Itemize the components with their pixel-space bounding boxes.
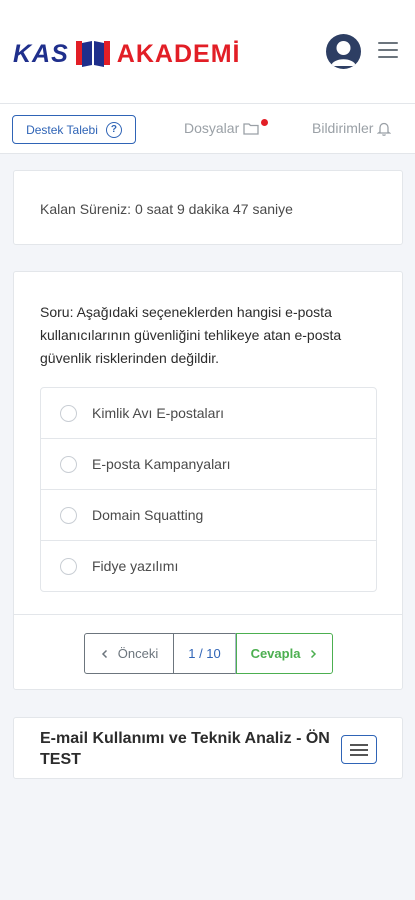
hamburger-menu-icon[interactable] (378, 42, 398, 60)
book-logo-icon (75, 41, 110, 67)
radio-button[interactable] (60, 557, 77, 575)
kas-akademi-logo[interactable]: KAS AKADEMİ (13, 38, 240, 70)
logo-kas-text: KAS (13, 39, 69, 68)
answer-option[interactable]: E-posta Kampanyaları (41, 439, 376, 490)
question-circle-icon: ? (105, 121, 122, 138)
answer-option[interactable]: Domain Squatting (41, 490, 376, 541)
answer-option-label: Domain Squatting (92, 507, 204, 523)
course-title: E-mail Kullanımı ve Teknik Analiz - ÖN T… (40, 730, 330, 768)
files-notification-dot (261, 119, 268, 126)
bell-icon (377, 122, 392, 136)
chevron-right-icon (311, 649, 317, 658)
answer-option-label: E-posta Kampanyaları (92, 456, 231, 472)
logo-akademi-text: AKADEMİ (116, 39, 241, 68)
answer-option-label: Kimlik Avı E-postaları (92, 405, 225, 421)
question-pager: Önceki 1 / 10 Cevapla (84, 633, 333, 674)
answer-option[interactable]: Fidye yazılımı (41, 541, 376, 591)
question-text: Soru: Aşağıdaki seçeneklerden hangisi e-… (40, 304, 342, 366)
avatar[interactable] (326, 34, 361, 69)
radio-button[interactable] (60, 455, 77, 473)
radio-button[interactable] (60, 506, 77, 524)
course-card: E-mail Kullanımı ve Teknik Analiz - ÖN T… (13, 717, 403, 779)
user-icon (326, 34, 361, 69)
notifications-label: Bildirimler (312, 120, 374, 136)
support-request-button[interactable]: Destek Talebi ? (12, 115, 136, 144)
app-header: KAS AKADEMİ (0, 0, 415, 104)
question-list-button[interactable] (341, 735, 377, 764)
radio-button[interactable] (60, 404, 77, 422)
remaining-time-text: Kalan Süreniz: 0 saat 9 dakika 47 saniye (40, 201, 293, 217)
support-request-label: Destek Talebi (26, 122, 98, 137)
timer-card: Kalan Süreniz: 0 saat 9 dakika 47 saniye (13, 170, 403, 245)
divider (14, 614, 402, 615)
previous-label: Önceki (117, 646, 159, 661)
answer-option[interactable]: Kimlik Avı E-postaları (41, 388, 376, 439)
answer-option-label: Fidye yazılımı (92, 558, 179, 574)
sub-navigation: Destek Talebi ? Dosyalar Bildirimler (0, 104, 415, 154)
files-label: Dosyalar (184, 120, 240, 136)
folder-icon (243, 122, 259, 135)
answer-label: Cevapla (250, 646, 301, 661)
answer-options: Kimlik Avı E-postaları E-posta Kampanyal… (40, 387, 377, 592)
files-link[interactable]: Dosyalar (184, 119, 268, 136)
previous-button[interactable]: Önceki (84, 633, 174, 674)
notifications-link[interactable]: Bildirimler (312, 120, 392, 136)
page-indicator: 1 / 10 (174, 633, 236, 674)
question-card: Soru: Aşağıdaki seçeneklerden hangisi e-… (13, 271, 403, 690)
chevron-left-icon (101, 649, 107, 658)
answer-button[interactable]: Cevapla (236, 633, 333, 674)
